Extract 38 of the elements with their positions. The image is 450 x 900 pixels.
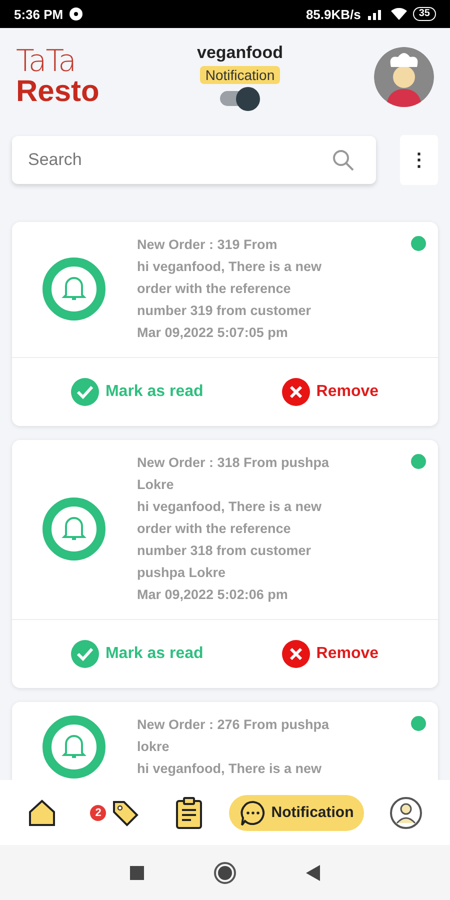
notification-title: New Order : 319 From <box>137 236 278 254</box>
clock: 5:36 PM <box>14 6 64 22</box>
user-name: veganfood <box>197 42 283 62</box>
chat-icon <box>239 798 268 826</box>
notification-message: hi veganfood, There is a new <box>137 760 323 778</box>
recents-button[interactable] <box>130 866 144 880</box>
logo-text: Resto <box>16 76 100 106</box>
search-field[interactable]: Search <box>12 136 376 184</box>
bell-icon <box>42 257 106 321</box>
clipboard-icon <box>174 796 204 830</box>
back-button[interactable] <box>306 864 320 880</box>
page-badge: Notification <box>200 66 280 84</box>
nav-tab[interactable]: 2 <box>82 792 148 834</box>
home-icon <box>26 798 57 828</box>
logo-text: TaTa <box>16 46 76 76</box>
check-icon <box>71 378 100 406</box>
close-icon <box>282 378 310 406</box>
avatar[interactable] <box>374 46 434 106</box>
remove-button[interactable]: Remove <box>282 378 379 406</box>
close-icon <box>282 640 310 668</box>
check-icon <box>71 640 100 668</box>
notification-date: Mar 09,2022 5:07:05 pm <box>137 324 289 342</box>
toggle-switch[interactable] <box>220 86 260 110</box>
remove-button[interactable]: Remove <box>282 640 379 668</box>
home-button[interactable] <box>214 862 236 884</box>
notification-message: hi veganfood, There is a new order with the reference number 318 from customer pushpa Lokre <box>137 498 323 582</box>
nav-tab[interactable]: Notification <box>229 794 364 830</box>
notification-message: hi veganfood, There is a new order with the reference number 319 from customer <box>137 258 323 320</box>
search-icon <box>332 149 354 171</box>
profile-icon <box>389 796 424 830</box>
more-button[interactable]: ⋮ <box>400 135 438 185</box>
count-badge: 2 <box>90 804 106 820</box>
app-icon <box>69 7 84 21</box>
bell-icon <box>42 497 106 561</box>
wifi-icon <box>390 8 407 20</box>
battery-indicator: 35 <box>412 7 436 21</box>
notification-date: Mar 09,2022 5:02:06 pm <box>137 586 289 604</box>
network-speed: 85.9KB/s <box>306 6 361 22</box>
